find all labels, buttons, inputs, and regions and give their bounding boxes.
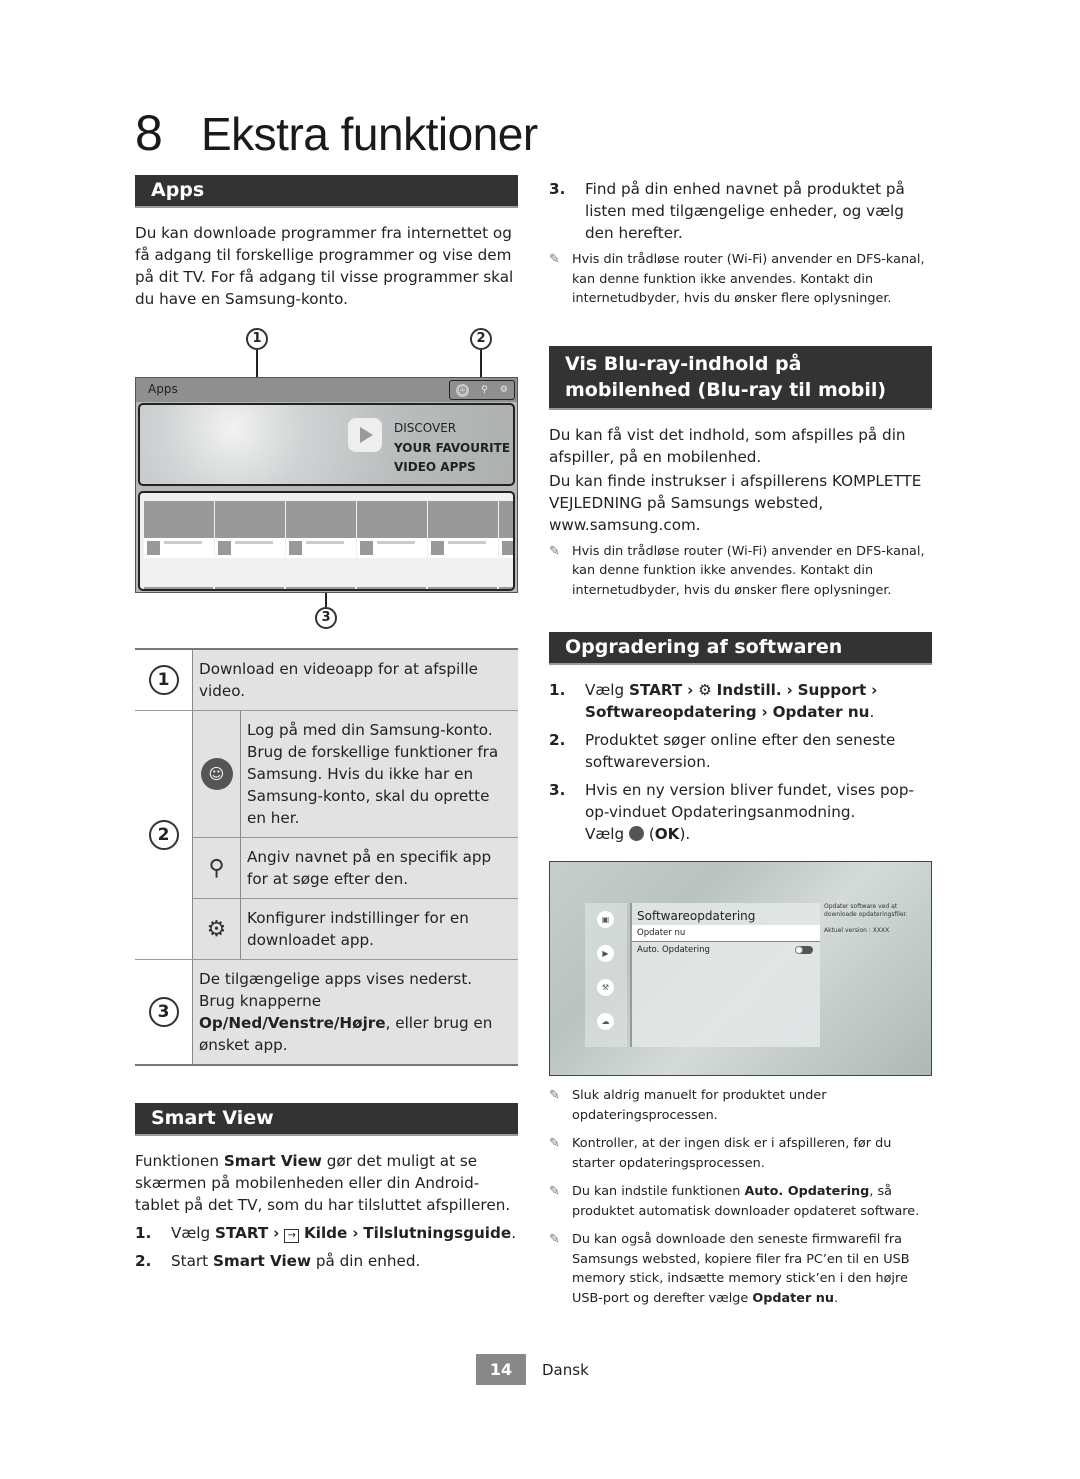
apps-tv-screen: Apps ☺ ⚲ ⚙ DISCOVER YOUR FAVOURITE VIDEO… [135, 377, 518, 593]
left-column: Apps Du kan downloade programmer fra int… [135, 175, 518, 1278]
apps-bar-title: Apps [148, 382, 178, 396]
software-update-screen: ▣ ▶ ⚒ ☁ Softwareopdatering Opdater nu Au… [549, 861, 932, 1076]
upgrade-note-1: ✎ Sluk aldrig manuelt for produktet under… [549, 1086, 932, 1125]
banner-line-2: YOUR FAVOURITE [394, 440, 511, 455]
smart-view-intro: Funktionen Smart View gør det muligt at … [135, 1152, 511, 1214]
smart-view-step-2: 2. Start Smart View på din enhed. [135, 1252, 421, 1270]
sound-icon[interactable]: ▶ [597, 945, 614, 962]
app-tile[interactable] [357, 501, 427, 589]
upgrade-note-3: ✎ Du kan indstile funktionen Auto. Opdate… [549, 1182, 932, 1221]
legend-text-3: De tilgængelige apps vises nederst. Brug… [193, 960, 518, 1064]
banner-line-1: DISCOVER [394, 421, 457, 435]
bluray-para-1: Du kan få vist det indhold, som afspille… [549, 425, 906, 466]
auto-update-item[interactable]: Auto. Opdatering [632, 942, 820, 958]
ok-button-icon [629, 826, 644, 841]
settings-sidebar: ▣ ▶ ⚒ ☁ [585, 903, 627, 1047]
gear-icon: ⚙ [698, 681, 712, 699]
note-pencil-icon: ✎ [549, 1088, 560, 1103]
section-heading-upgrade: Opgradering af softwaren [549, 632, 932, 665]
apps-screen-figure: 1 2 Apps ☺ ⚲ ⚙ DISCOVER YOUR FAVOURITE V… [135, 328, 518, 630]
section-heading-bluray-mobile: Vis Blu-ray-indhold på mobilenhed (Blu-r… [549, 345, 932, 410]
account-icon[interactable]: ☺ [456, 383, 470, 397]
legend-text-account: Log på med din Samsung-konto. Brug de fo… [241, 711, 518, 837]
apps-toolbar-icons: ☺ ⚲ ⚙ [449, 380, 515, 400]
smart-view-steps-cont: 3. Find på din enhed navnet på produktet … [549, 178, 932, 244]
account-icon: ☺ [200, 758, 233, 790]
banner-text: DISCOVER YOUR FAVOURITE VIDEO APPS [394, 419, 510, 478]
auto-update-toggle[interactable] [795, 946, 813, 954]
upgrade-step-1: 1. Vælg START › ⚙ Indstill. › Support › So… [549, 681, 878, 721]
callout-3-line [325, 593, 327, 607]
gear-icon: ⚙ [206, 916, 227, 942]
smart-view-step-3: 3. Find på din enhed navnet på produktet … [549, 180, 905, 242]
note-pencil-icon: ✎ [549, 1232, 560, 1247]
source-icon: → [284, 1229, 300, 1243]
right-column: 3. Find på din enhed navnet på produktet … [549, 175, 932, 1308]
upgrade-notes: ✎ Sluk aldrig manuelt for produktet under… [549, 1086, 932, 1308]
apps-legend-table: 1 Download en videoapp for at afspille v… [135, 648, 518, 1066]
wrench-icon[interactable]: ⚒ [597, 979, 614, 996]
info-description: Opdater software ved at downloade opdate… [824, 903, 908, 918]
note-pencil-icon: ✎ [549, 1184, 560, 1199]
page-footer: 14 Dansk [476, 1354, 589, 1385]
upgrade-step-2: 2. Produktet søger online efter den senes… [549, 731, 896, 771]
legend-row-1: 1 Download en videoapp for at afspille v… [135, 650, 518, 711]
featured-banner[interactable]: DISCOVER YOUR FAVOURITE VIDEO APPS [138, 403, 515, 486]
search-icon: ⚲ [208, 855, 225, 881]
gear-icon[interactable]: ⚙ [500, 385, 508, 395]
update-now-item[interactable]: Opdater nu [632, 925, 820, 942]
app-tile[interactable] [499, 501, 513, 589]
banner-line-3: VIDEO APPS [394, 460, 476, 474]
callout-1: 1 [246, 328, 268, 350]
software-update-title: Softwareopdatering [637, 909, 756, 923]
picture-icon[interactable]: ▣ [597, 911, 614, 928]
play-icon [348, 418, 382, 452]
apps-title-bar: Apps ☺ ⚲ ⚙ [136, 378, 517, 402]
bluray-note: ✎ Hvis din trådløse router (Wi-Fi) anvend… [549, 542, 932, 601]
software-update-menu: Softwareopdatering Opdater nu Auto. Opda… [630, 903, 820, 1047]
upgrade-step-3: 3. Hvis en ny version bliver fundet, vise… [549, 781, 914, 843]
page-language: Dansk [542, 1360, 589, 1379]
upgrade-note-4: ✎ Du kan også downloade den seneste firmw… [549, 1230, 932, 1308]
section-heading-apps: Apps [135, 175, 518, 208]
page-number: 14 [476, 1354, 526, 1385]
app-tile[interactable] [286, 501, 356, 589]
chapter-number: 8 [135, 105, 163, 161]
callout-3: 3 [315, 607, 337, 629]
note-pencil-icon: ✎ [549, 252, 560, 267]
app-tiles-strip [138, 491, 515, 591]
apps-intro: Du kan downloade programmer fra internet… [135, 224, 514, 308]
upgrade-note-2: ✎ Kontroller, at der ingen disk er i afsp… [549, 1134, 932, 1173]
note-pencil-icon: ✎ [549, 543, 560, 559]
support-icon[interactable]: ☁ [597, 1013, 614, 1030]
callout-2: 2 [470, 328, 492, 350]
legend-row-3: 3 De tilgængelige apps vises nederst. Br… [135, 960, 518, 1064]
section-heading-smart-view: Smart View [135, 1103, 518, 1136]
legend-text-settings: Konfigurer indstillinger for en download… [241, 899, 518, 959]
legend-num-1: 1 [148, 665, 179, 695]
smart-view-step-1: 1. Vælg START › → Kilde › Tilslutningsgui… [135, 1224, 517, 1243]
search-icon[interactable]: ⚲ [481, 385, 488, 395]
software-update-info: Opdater software ved at downloade opdate… [824, 903, 929, 935]
legend-num-3: 3 [148, 997, 179, 1027]
app-tile[interactable] [215, 501, 285, 589]
legend-row-2: 2 ☺ Log på med din Samsung-konto. Brug d… [135, 711, 518, 960]
upgrade-steps: 1. Vælg START › ⚙ Indstill. › Support › So… [549, 679, 932, 845]
legend-num-2: 2 [148, 820, 179, 850]
smart-view-note: ✎ Hvis din trådløse router (Wi-Fi) anvend… [549, 250, 932, 309]
note-pencil-icon: ✎ [549, 1136, 560, 1151]
current-version: Aktuel version : XXXX [824, 927, 890, 934]
legend-text-search: Angiv navnet på en specifik app for at s… [241, 838, 518, 898]
bluray-para-2: Du kan finde instrukser i afspillerens K… [549, 471, 922, 534]
app-tile[interactable] [144, 501, 214, 589]
chapter-heading: 8 Ekstra funktioner [135, 104, 538, 162]
chapter-title: Ekstra funktioner [201, 108, 538, 160]
app-tile[interactable] [428, 501, 498, 589]
callout-2-line [480, 350, 482, 380]
legend-text-1: Download en videoapp for at afspille vid… [193, 650, 518, 710]
smart-view-steps: 1. Vælg START › → Kilde › Tilslutningsgui… [135, 1222, 518, 1272]
